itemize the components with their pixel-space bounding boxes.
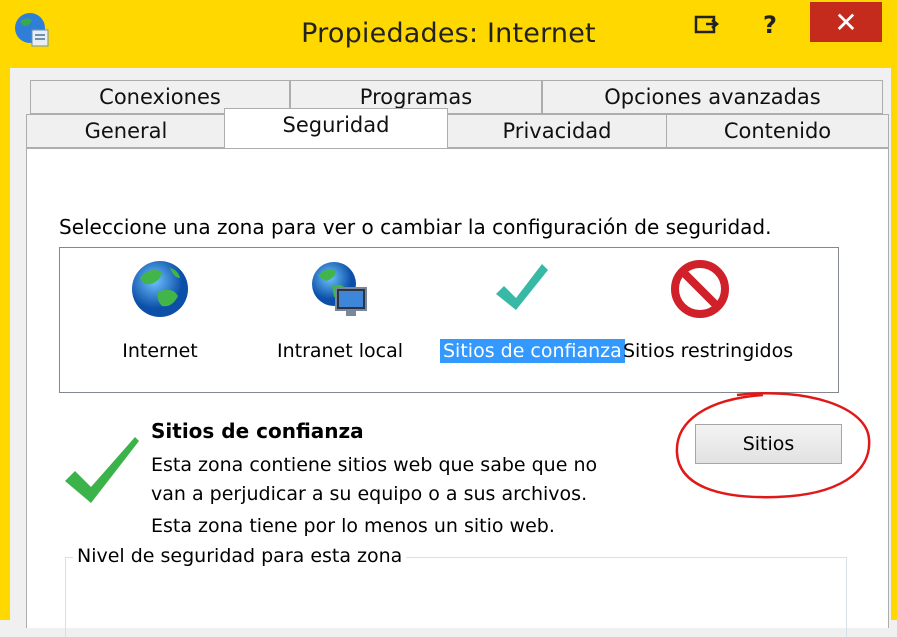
zone-sitios-de-confianza[interactable]: Sitios de confianza — [440, 258, 625, 378]
tab-seguridad[interactable]: Seguridad — [224, 108, 448, 148]
checkmark-icon — [496, 264, 548, 310]
close-button[interactable]: ✕ — [810, 2, 882, 42]
zone-instructions: Seleccione una zona para ver o cambiar l… — [59, 215, 772, 239]
tab-privacidad[interactable]: Privacidad — [446, 114, 668, 148]
title-bar[interactable]: Propiedades: Internet ? ✕ — [0, 0, 897, 68]
prohibited-icon — [671, 260, 729, 318]
red-circle-annotation — [675, 391, 871, 499]
dialog-body: Conexiones Programas Opciones avanzadas … — [10, 68, 891, 637]
zone-label: Sitios restringidos — [623, 340, 794, 362]
zone-list[interactable]: Internet Intranet local Sitios de confia… — [59, 247, 839, 393]
globe-icon — [132, 261, 188, 317]
zone-label: Intranet local — [276, 340, 404, 362]
zone-internet[interactable]: Internet — [80, 258, 240, 378]
restore-icon[interactable] — [685, 8, 729, 42]
description-line: Esta zona contiene sitios web que sabe q… — [151, 454, 598, 476]
description-line: van a perjudicar a su equipo o a sus arc… — [151, 483, 588, 505]
zone-label: Sitios de confianza — [440, 339, 625, 363]
help-button[interactable]: ? — [752, 8, 788, 42]
zone-label: Internet — [122, 340, 198, 362]
trusted-sites-checkmark-icon — [65, 437, 139, 503]
selected-zone-title: Sitios de confianza — [151, 419, 364, 443]
tab-opciones-avanzadas[interactable]: Opciones avanzadas — [542, 80, 883, 114]
site-count-text: Esta zona tiene por lo menos un sitio we… — [151, 515, 555, 537]
selected-zone-description: Esta zona contiene sitios web que sabe q… — [151, 451, 651, 509]
intranet-globe-icon — [312, 262, 367, 316]
security-level-group-label: Nivel de seguridad para esta zona — [73, 545, 407, 567]
security-level-group — [65, 557, 847, 637]
zone-intranet-local[interactable]: Intranet local — [260, 258, 420, 378]
tab-general[interactable]: General — [26, 114, 226, 148]
restore-glyph-icon — [694, 15, 720, 34]
security-panel: Seleccione una zona para ver o cambiar l… — [26, 148, 889, 637]
zone-sitios-restringidos[interactable]: Sitios restringidos — [620, 258, 794, 378]
tab-contenido[interactable]: Contenido — [666, 114, 889, 148]
